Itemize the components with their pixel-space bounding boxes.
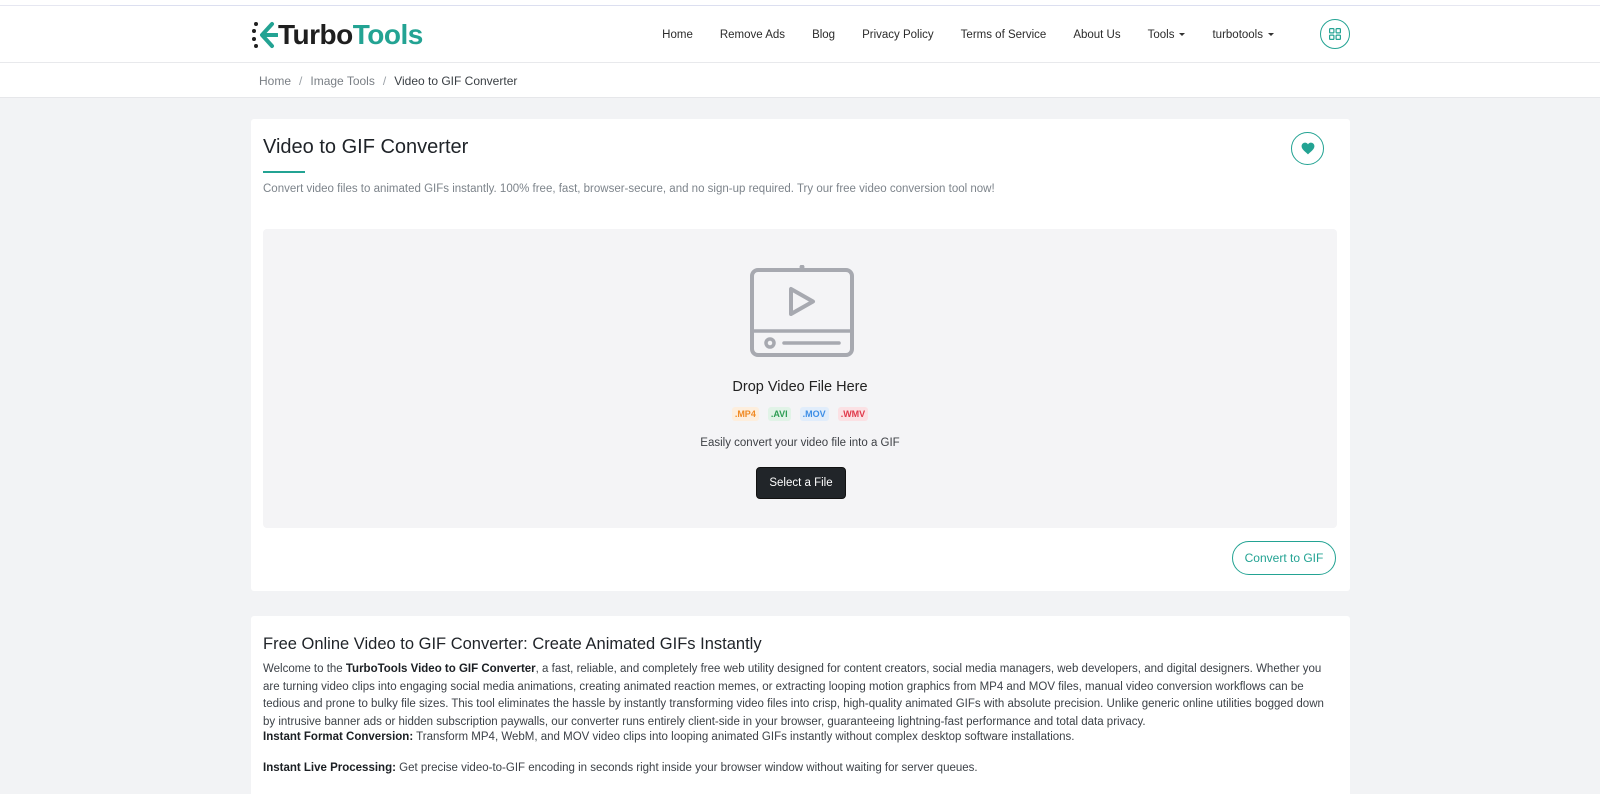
feature-title: Instant Format Conversion: [263,731,414,743]
turbotools-logo-icon [252,20,279,50]
info-card: Free Online Video to GIF Converter: Crea… [251,616,1350,794]
nav-home[interactable]: Home [662,29,693,41]
logo[interactable]: TurboTools [252,20,423,50]
nav-turbotools-label: turbotools [1212,28,1263,41]
logo-text: TurboTools [278,19,423,50]
breadcrumb-separator: / [382,74,387,88]
title-underline [263,171,305,173]
format-badge-mov: .MOV [799,407,829,421]
format-badge-wmv: .WMV [837,407,869,421]
apps-grid-button[interactable] [1320,19,1350,49]
breadcrumb-home[interactable]: Home [259,74,291,88]
format-badge-mp4: .MP4 [731,407,759,421]
video-file-icon [750,265,854,357]
feature-item: Instant Format Conversion: Transform MP4… [263,731,1075,743]
select-file-button[interactable]: Select a File [756,467,846,499]
nav-tools-dropdown[interactable]: Tools [1148,29,1186,41]
apps-grid-icon [1329,28,1341,40]
nav-about-us[interactable]: About Us [1073,29,1120,41]
nav-tools-label: Tools [1147,28,1175,41]
breadcrumb-bar: Home / Image Tools / Video to GIF Conver… [0,63,1600,98]
nav-blog[interactable]: Blog [812,29,835,41]
feature-title: Instant Live Processing: [263,762,396,774]
intro-product-name: TurboTools Video to GIF Converter [345,663,536,675]
navbar: TurboTools Home Remove Ads Blog Privacy … [0,6,1600,63]
intro-prefix: Welcome to the [263,663,346,675]
breadcrumb: Home / Image Tools / Video to GIF Conver… [259,74,517,88]
info-intro-paragraph: Welcome to the TurboTools Video to GIF C… [263,661,1339,731]
favorite-button[interactable] [1291,132,1324,165]
heart-icon [1301,142,1314,155]
file-dropzone[interactable]: Drop Video File Here .MP4 .AVI .MOV .WMV… [263,229,1337,528]
tool-card: Video to GIF Converter Convert video fil… [251,119,1350,591]
supported-formats: .MP4 .AVI .MOV .WMV [263,407,1337,421]
format-badge-avi: .AVI [767,407,791,421]
info-heading: Free Online Video to GIF Converter: Crea… [263,635,762,653]
caret-down-icon [1268,33,1274,36]
nav-turbotools-dropdown[interactable]: turbotools [1212,29,1274,41]
page-title: Video to GIF Converter [263,136,469,158]
nav-remove-ads[interactable]: Remove Ads [720,29,785,41]
feature-item: Instant Live Processing: Get precise vid… [263,762,978,774]
nav-terms-of-service[interactable]: Terms of Service [961,29,1047,41]
main-nav: Home Remove Ads Blog Privacy Policy Term… [635,6,1274,63]
feature-text: Transform MP4, WebM, and MOV video clips… [413,731,1075,743]
breadcrumb-separator: / [299,74,303,88]
breadcrumb-image-tools[interactable]: Image Tools [310,74,374,88]
dropzone-title: Drop Video File Here [732,379,868,395]
breadcrumb-current: Video to GIF Converter [394,74,518,88]
nav-privacy-policy[interactable]: Privacy Policy [862,29,934,41]
page-subtitle: Convert video files to animated GIFs ins… [263,183,995,195]
feature-text: Get precise video-to-GIF encoding in sec… [395,762,978,774]
caret-down-icon [1179,33,1186,36]
convert-to-gif-button[interactable]: Convert to GIF [1232,541,1336,575]
dropzone-description: Easily convert your video file into a GI… [700,437,900,449]
